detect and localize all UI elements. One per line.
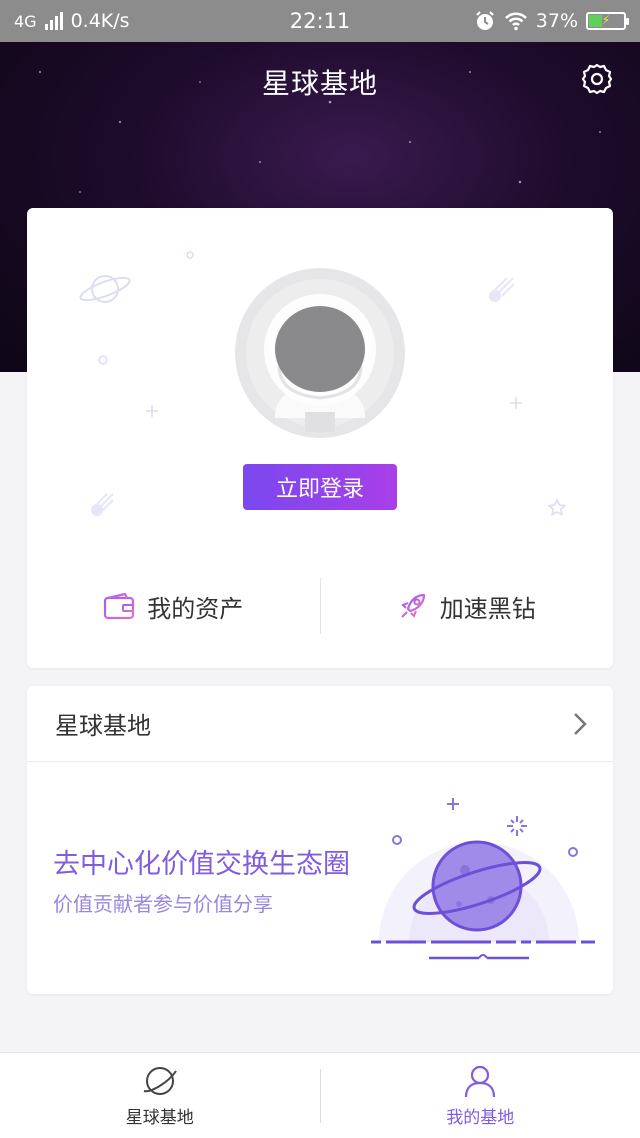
profile-actions: 我的资产 加速黑钻 (27, 578, 613, 634)
battery-icon: ⚡ (586, 12, 629, 30)
dot-decoration (98, 355, 108, 365)
gear-icon[interactable] (580, 62, 614, 96)
planet-icon (143, 1067, 177, 1095)
bottom-navigation: 星球基地 我的基地 (0, 1052, 640, 1138)
alarm-icon (476, 11, 494, 30)
section-title: 星球基地 (55, 712, 151, 740)
page-title: 星球基地 (261, 67, 378, 100)
planet-illustration-icon (371, 798, 595, 960)
status-bar: 4G 0.4K/s 22:11 37% ⚡ (0, 0, 640, 42)
dot-decoration (186, 251, 194, 259)
nav-item-planet-base[interactable]: 星球基地 (0, 1053, 320, 1138)
status-right: 37% ⚡ (474, 10, 629, 32)
meteor-decoration-icon (489, 277, 515, 302)
nav-item-my-base[interactable]: 我的基地 (321, 1053, 640, 1138)
nav-label-planet-base: 星球基地 (125, 1108, 194, 1128)
slogan-text: 去中心化价值交换生态圈 (53, 849, 350, 880)
signal-icon (44, 12, 63, 30)
boost-black-diamond-button[interactable]: 加速黑钻 (321, 578, 614, 634)
boost-label: 加速黑钻 (439, 594, 536, 623)
meteor-decoration-icon (91, 493, 114, 516)
network-speed: 0.4K/s (70, 10, 130, 32)
star-decoration-icon (547, 498, 567, 517)
profile-card: 立即登录 我的资产 加速黑钻 (27, 208, 613, 668)
chevron-right-icon (574, 712, 587, 735)
my-assets-label: 我的资产 (147, 594, 244, 623)
planet-base-header[interactable]: 星球基地 (27, 686, 613, 762)
slogan-subtitle: 价值贡献者参与价值分享 (53, 892, 273, 916)
wifi-icon (504, 12, 527, 31)
planet-base-card: 星球基地 去中心化价值交换生态圈 价值贡献者参与价值分享 (27, 686, 613, 994)
sparkle-decoration (146, 405, 158, 417)
battery-percent: 37% (535, 10, 578, 32)
rocket-icon (400, 593, 425, 618)
my-assets-button[interactable]: 我的资产 (27, 578, 320, 634)
status-left: 4G 0.4K/s (14, 10, 130, 32)
sparkle-decoration (510, 397, 522, 409)
login-button[interactable]: 立即登录 (243, 464, 397, 510)
user-icon (465, 1065, 496, 1098)
wallet-icon (104, 592, 135, 620)
avatar[interactable] (235, 268, 405, 438)
nav-label-my-base: 我的基地 (446, 1108, 515, 1128)
network-type: 4G (14, 11, 37, 31)
planet-decoration-icon (79, 275, 131, 303)
